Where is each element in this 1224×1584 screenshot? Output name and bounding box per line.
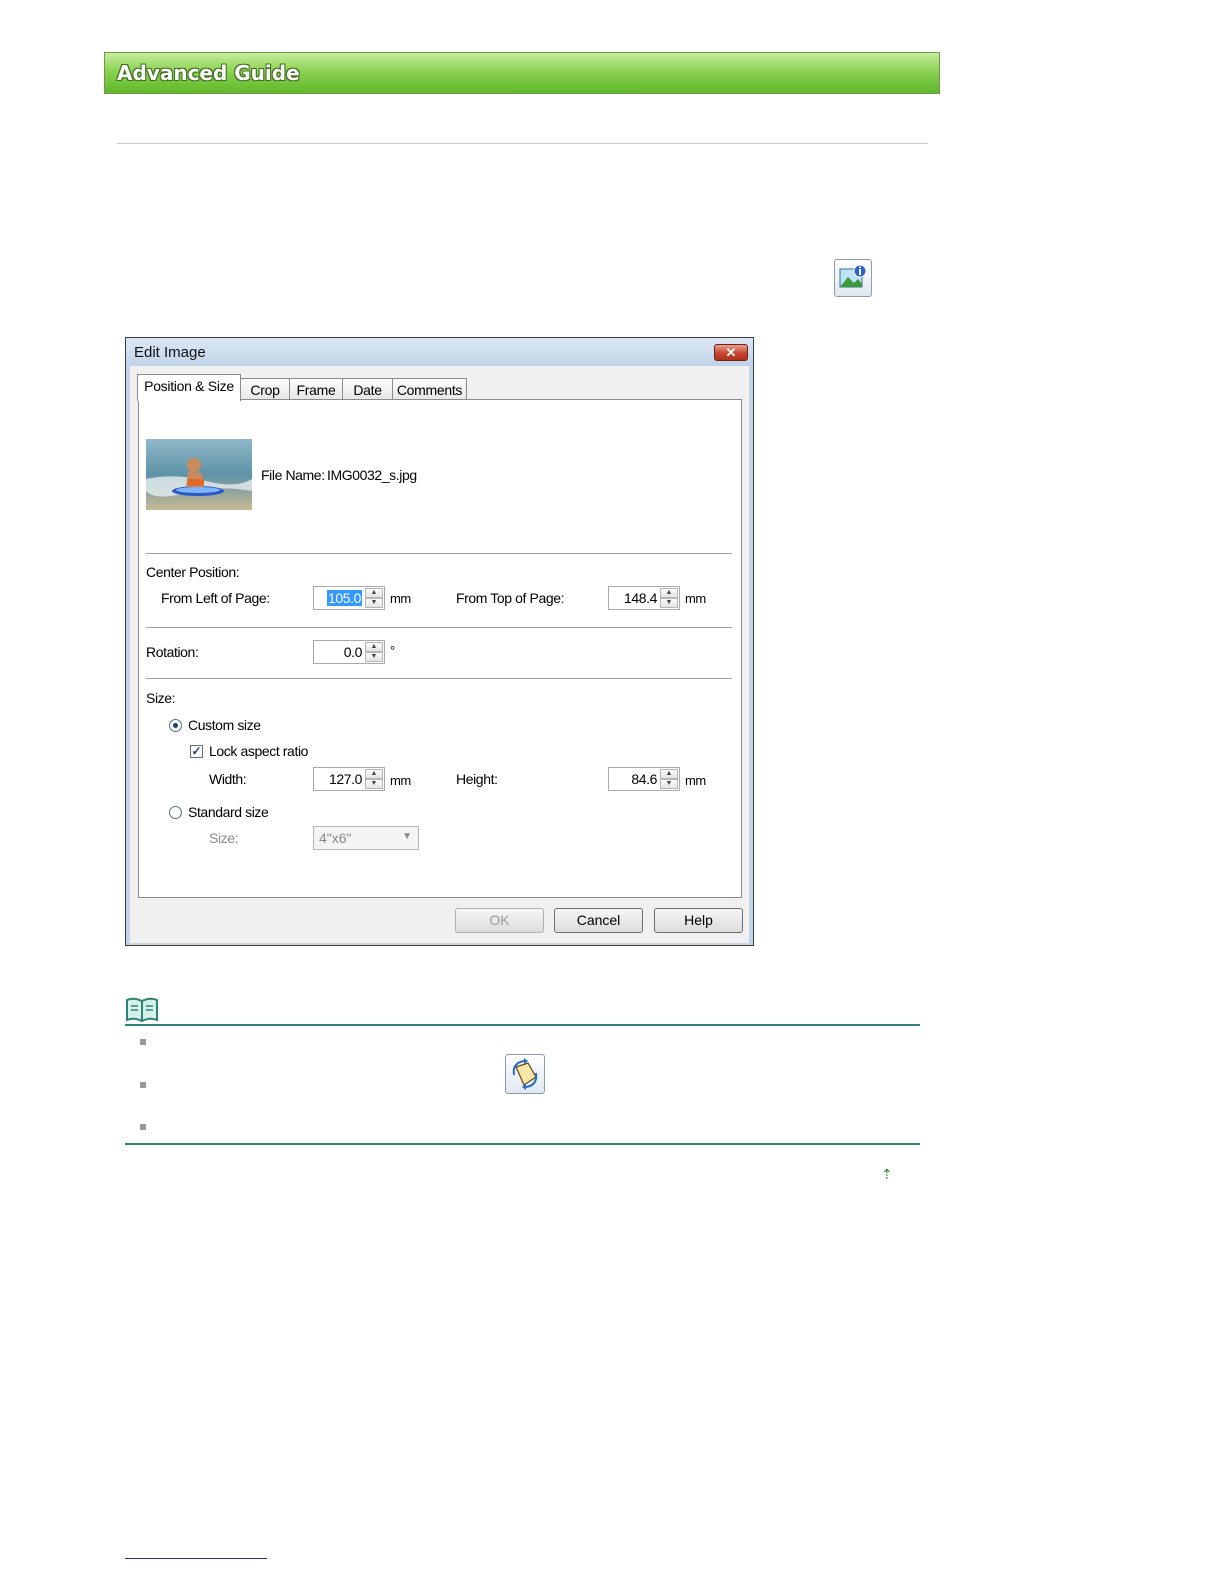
height-unit: mm [685, 773, 706, 788]
spin-up-icon[interactable]: ▲ [365, 769, 383, 779]
from-top-label: From Top of Page: [456, 590, 565, 606]
rotation-spinner[interactable]: 0.0 ▲ ▼ [313, 640, 385, 664]
spin-down-icon[interactable]: ▼ [365, 652, 383, 662]
spin-up-icon[interactable]: ▲ [660, 588, 678, 598]
note-bottom-rule [125, 1143, 920, 1145]
rotate-icon[interactable] [505, 1054, 545, 1094]
spin-down-icon[interactable]: ▼ [660, 598, 678, 608]
tab-frame[interactable]: Frame [289, 378, 343, 401]
width-unit: mm [390, 773, 411, 788]
spin-up-icon[interactable]: ▲ [365, 642, 383, 652]
height-value[interactable]: 84.6 [631, 771, 657, 787]
up-arrow-icon[interactable]: ⇡ [881, 1166, 893, 1183]
standard-size-select[interactable]: 4"x6" ▼ [313, 826, 419, 850]
separator [146, 627, 732, 629]
tab-comments[interactable]: Comments [392, 378, 467, 401]
ok-button[interactable]: OK [455, 908, 544, 933]
rotation-value[interactable]: 0.0 [344, 644, 363, 660]
chevron-down-icon: ▼ [402, 831, 412, 842]
from-left-label: From Left of Page: [161, 590, 270, 606]
from-top-spinner[interactable]: 148.4 ▲ ▼ [608, 586, 680, 610]
note-bullet [140, 1082, 146, 1088]
help-button[interactable]: Help [654, 908, 743, 933]
custom-size-label[interactable]: Custom size [188, 717, 261, 733]
from-top-spin-buttons[interactable]: ▲ ▼ [660, 588, 678, 608]
spin-up-icon[interactable]: ▲ [660, 769, 678, 779]
from-left-unit: mm [390, 591, 411, 606]
tab-date[interactable]: Date [342, 378, 393, 401]
rotation-label: Rotation: [146, 644, 199, 660]
from-left-spinner[interactable]: 105.0 ▲ ▼ [313, 586, 385, 610]
size-heading: Size: [146, 690, 176, 706]
position-size-panel: File Name: IMG0032_s.jpg Center Position… [138, 399, 742, 898]
from-left-value[interactable]: 105.0 [326, 590, 362, 606]
rotation-spin-buttons[interactable]: ▲ ▼ [365, 642, 383, 662]
spin-down-icon[interactable]: ▼ [660, 779, 678, 789]
dialog-client: Position & Size Crop Frame Date Comments [130, 366, 749, 943]
note-top-rule [125, 1024, 920, 1026]
separator [146, 678, 732, 680]
cancel-button[interactable]: Cancel [554, 908, 643, 933]
file-name-value: IMG0032_s.jpg [327, 467, 417, 483]
standard-size-label[interactable]: Standard size [188, 804, 269, 820]
width-spinner[interactable]: 127.0 ▲ ▼ [313, 767, 385, 791]
note-bullet [140, 1124, 146, 1130]
standard-size-radio[interactable] [169, 806, 182, 819]
from-top-value[interactable]: 148.4 [624, 590, 657, 606]
width-spin-buttons[interactable]: ▲ ▼ [365, 769, 383, 789]
from-top-unit: mm [685, 591, 706, 606]
image-info-icon[interactable] [834, 259, 872, 297]
dialog-titlebar[interactable]: Edit Image ✕ [126, 338, 753, 366]
width-value[interactable]: 127.0 [329, 771, 362, 787]
width-label: Width: [209, 771, 247, 787]
guide-banner: Advanced Guide [104, 52, 940, 94]
height-label: Height: [456, 771, 498, 787]
guide-title: Advanced Guide [117, 61, 300, 85]
tab-position-size[interactable]: Position & Size [137, 374, 241, 401]
dialog-title: Edit Image [134, 344, 206, 361]
standard-size-field-label: Size: [209, 830, 239, 846]
note-book-icon [125, 997, 159, 1023]
center-position-heading: Center Position: [146, 564, 240, 580]
edit-image-dialog: Edit Image ✕ Position & Size Crop Frame … [125, 337, 754, 946]
top-divider [117, 143, 928, 144]
lock-aspect-checkbox[interactable]: ✓ [190, 745, 203, 758]
file-name-label: File Name: [261, 467, 325, 483]
tab-crop[interactable]: Crop [240, 378, 290, 401]
custom-size-radio[interactable] [169, 719, 182, 732]
spin-down-icon[interactable]: ▼ [365, 598, 383, 608]
image-thumbnail [146, 439, 252, 510]
standard-size-value: 4"x6" [319, 830, 352, 846]
note-bullet [140, 1039, 146, 1045]
footer-rule [125, 1558, 267, 1559]
separator [146, 553, 732, 555]
spin-up-icon[interactable]: ▲ [365, 588, 383, 598]
spin-down-icon[interactable]: ▼ [365, 779, 383, 789]
height-spin-buttons[interactable]: ▲ ▼ [660, 769, 678, 789]
height-spinner[interactable]: 84.6 ▲ ▼ [608, 767, 680, 791]
lock-aspect-label[interactable]: Lock aspect ratio [209, 743, 308, 759]
rotation-unit: ° [390, 643, 395, 658]
from-left-spin-buttons[interactable]: ▲ ▼ [365, 588, 383, 608]
close-button[interactable]: ✕ [714, 344, 748, 361]
